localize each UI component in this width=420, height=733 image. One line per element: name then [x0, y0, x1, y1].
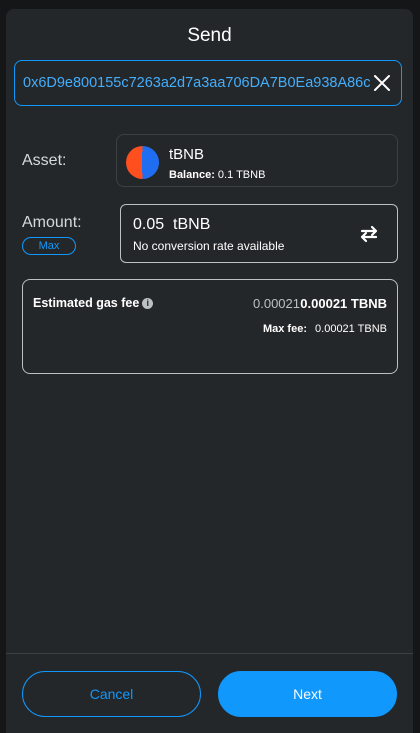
gas-fee-label: Estimated gas fee: [33, 296, 140, 310]
asset-token-symbol: tBNB: [169, 146, 205, 163]
next-button[interactable]: Next: [218, 671, 397, 717]
max-fee-label: Max fee:: [262, 323, 307, 335]
recipient-address-field[interactable]: 0x6D9e800155c7263a2d7a3aa706DA7B0Ea938A8…: [14, 60, 402, 106]
asset-balance: Balance: 0.1 TBNB: [169, 169, 265, 181]
asset-selector[interactable]: tBNB Balance: 0.1 TBNB: [116, 134, 398, 187]
amount-unit: tBNB: [173, 216, 211, 233]
max-fee-value: 0.00021 TBNB: [315, 323, 387, 335]
tbnb-token-icon: [126, 146, 159, 179]
send-panel: Send 0x6D9e800155c7263a2d7a3aa706DA7B0Ea…: [6, 9, 413, 733]
footer: Cancel Next: [6, 653, 413, 733]
close-icon[interactable]: [371, 72, 393, 94]
page-title: Send: [187, 25, 232, 46]
recipient-address[interactable]: 0x6D9e800155c7263a2d7a3aa706DA7B0Ea938A8…: [23, 75, 371, 91]
asset-label: Asset:: [22, 152, 67, 169]
max-button[interactable]: Max: [22, 237, 76, 255]
conversion-text: No conversion rate available: [133, 239, 285, 253]
amount-number: 0.05: [133, 216, 165, 233]
gas-fee-card: Estimated gas fee i 0.00021 0.00021 TBNB …: [22, 279, 398, 374]
cancel-button[interactable]: Cancel: [22, 671, 201, 717]
info-icon[interactable]: i: [142, 298, 154, 309]
balance-value: 0.1 TBNB: [217, 169, 266, 181]
swap-icon[interactable]: [357, 223, 381, 245]
amount-input[interactable]: 0.05 tBNB No conversion rate available: [120, 204, 398, 263]
amount-label: Amount:: [22, 214, 82, 231]
gas-fee-fiat: 0.00021: [253, 296, 300, 311]
gas-fee-label-row: Estimated gas fee i: [33, 296, 154, 310]
gas-fee-native: 0.00021 TBNB: [300, 296, 387, 311]
balance-label: Balance:: [169, 169, 215, 181]
amount-value[interactable]: 0.05 tBNB: [133, 216, 210, 234]
